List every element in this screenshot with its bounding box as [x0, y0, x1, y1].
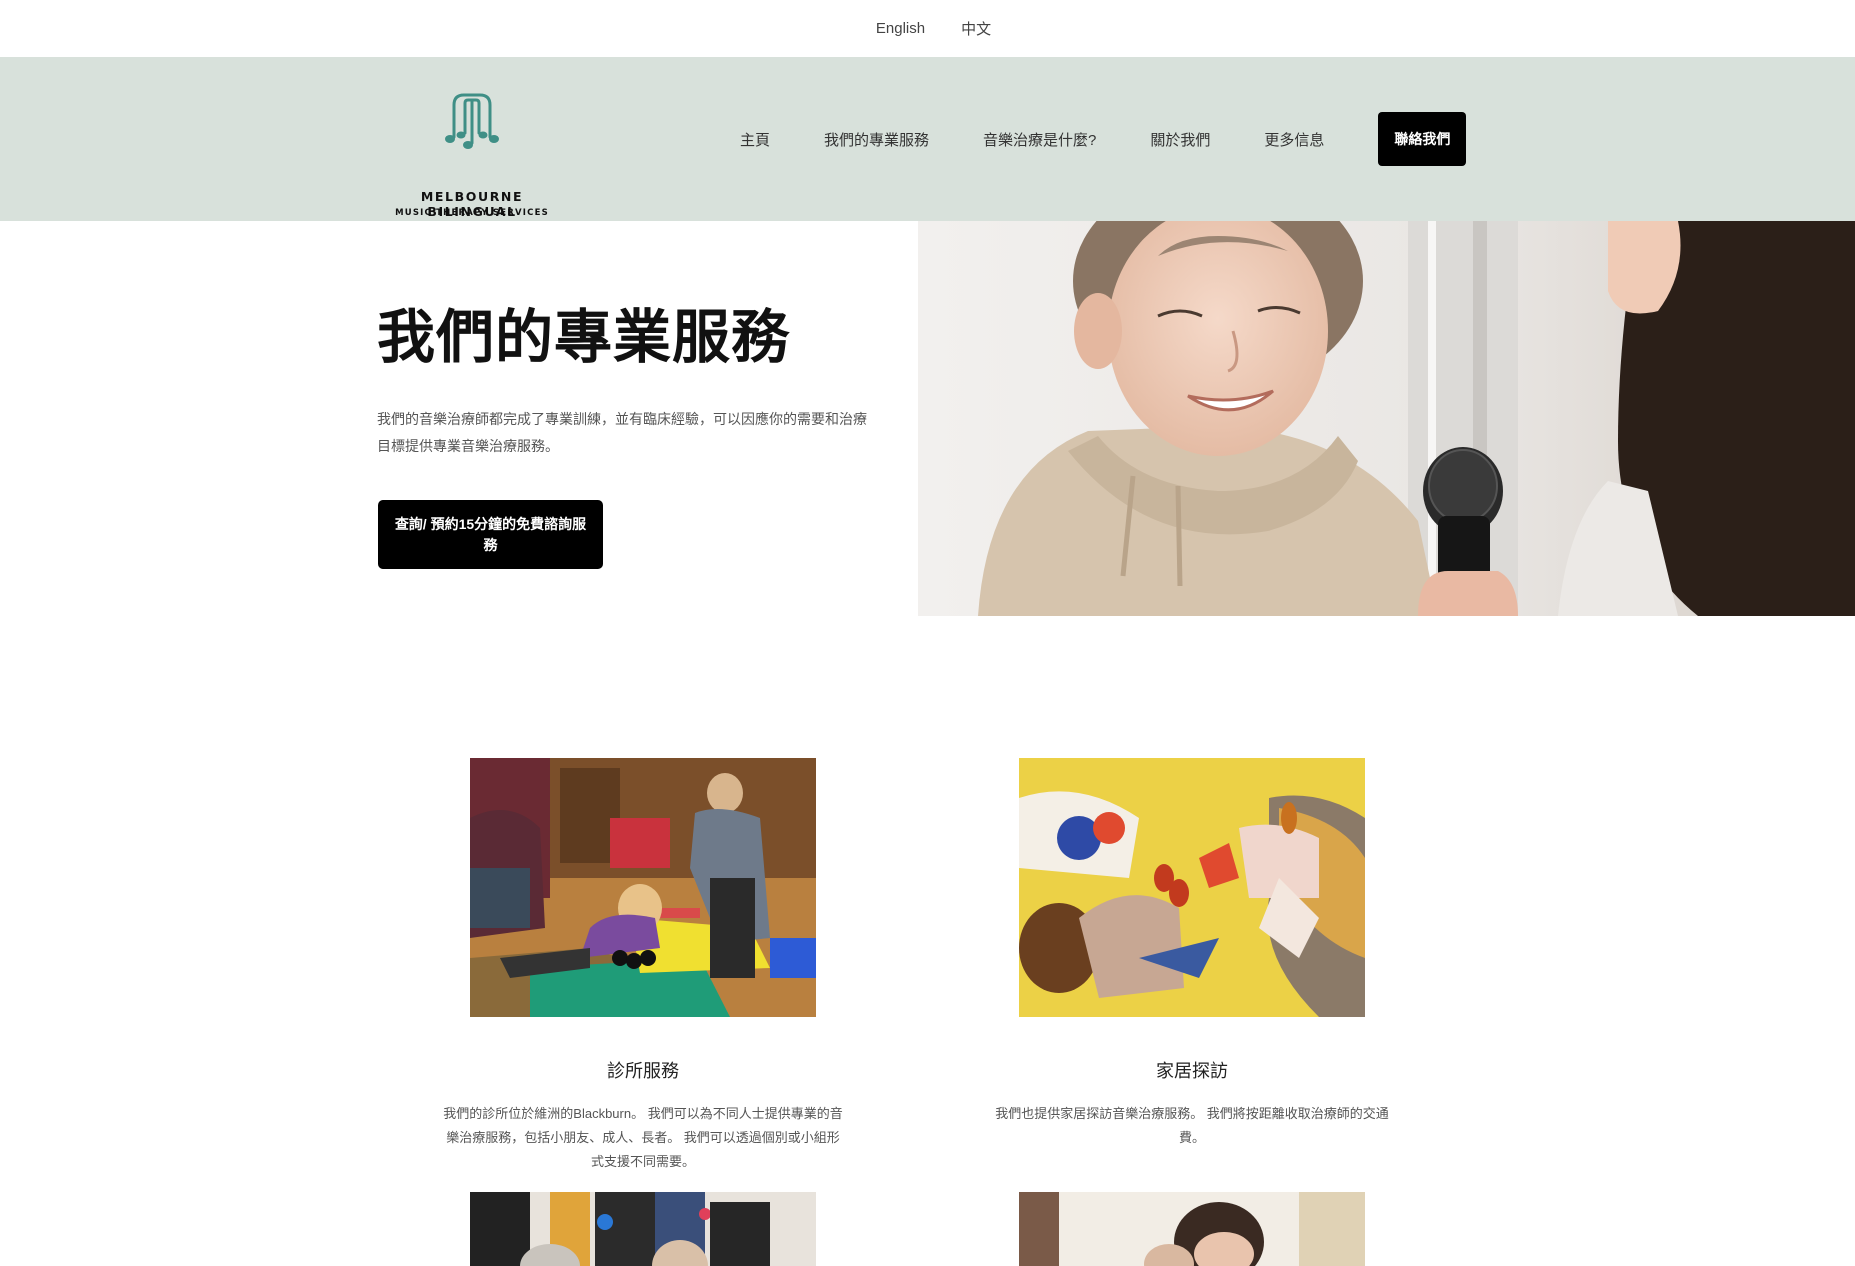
home-visit-service-title: 家居探訪 — [1156, 1061, 1228, 1081]
clinic-service-photo — [470, 758, 816, 1017]
hero-photo-girl-singing — [918, 221, 1855, 616]
music-note-logo-icon — [445, 93, 499, 149]
group-session-photo — [470, 1192, 816, 1266]
language-bar: English 中文 — [0, 0, 1855, 57]
nav-about[interactable]: 關於我們 — [1150, 129, 1210, 150]
individual-session-photo — [1019, 1192, 1365, 1266]
hero-description: 我們的音樂治療師都完成了專業訓練，並有臨床經驗，可以因應你的需要和治療目標提供專… — [377, 411, 867, 454]
home-visit-service-description: 我們也提供家居探訪音樂治療服務。 我們將按距離收取治療師的交通費。 — [995, 1106, 1389, 1145]
page-title: 我們的專業服務 — [377, 305, 791, 370]
logo-subtitle: MUSIC THERAPY SERVICES — [395, 208, 549, 218]
free-consultation-button[interactable]: 查詢/ 預約15分鐘的免費諮詢服務 — [378, 500, 603, 569]
lang-chinese-link[interactable]: 中文 — [961, 18, 991, 39]
main-nav: 主頁 我們的專業服務 音樂治療是什麼? 關於我們 更多信息 聯絡我們 — [740, 112, 1467, 166]
clinic-service-title: 診所服務 — [607, 1061, 679, 1081]
home-visit-service-photo — [1019, 758, 1365, 1017]
nav-services[interactable]: 我們的專業服務 — [824, 129, 929, 150]
clinic-service-description: 我們的診所位於維洲的Blackburn。 我們可以為不同人士提供專業的音樂治療服… — [443, 1106, 843, 1169]
lang-english-link[interactable]: English — [876, 20, 925, 37]
site-header: MELBOURNE BILINGUAL MUSIC THERAPY SERVIC… — [0, 57, 1855, 221]
nav-what-is-music-therapy[interactable]: 音樂治療是什麼? — [983, 129, 1096, 150]
nav-more-info[interactable]: 更多信息 — [1264, 129, 1324, 150]
nav-home[interactable]: 主頁 — [740, 129, 770, 150]
contact-button[interactable]: 聯絡我們 — [1378, 112, 1467, 166]
site-logo[interactable]: MELBOURNE BILINGUAL MUSIC THERAPY SERVIC… — [377, 87, 567, 219]
